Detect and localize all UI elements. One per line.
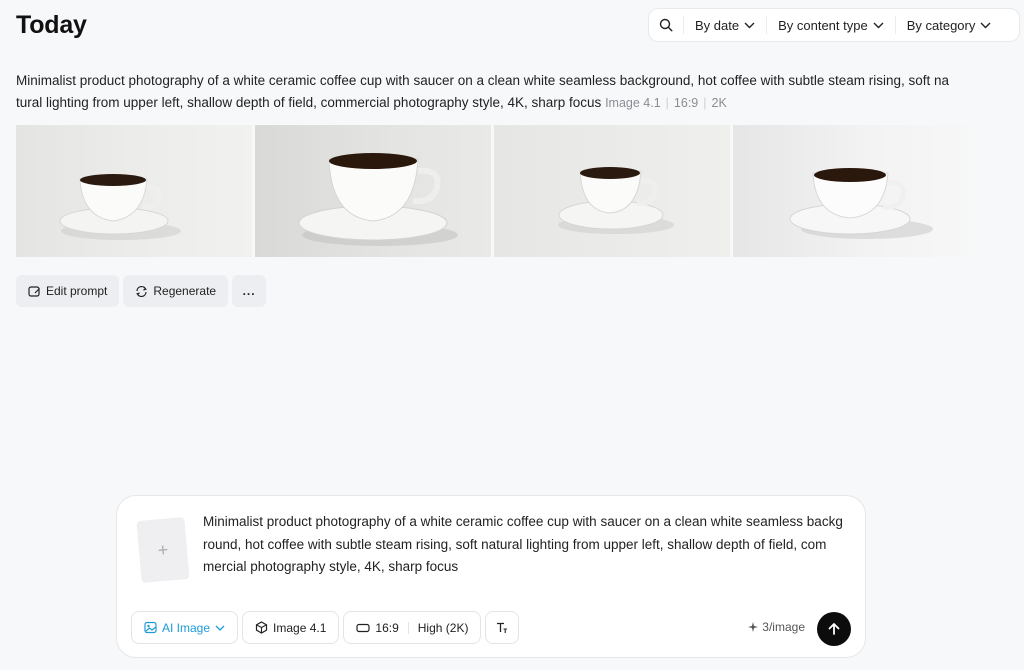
filter-by-content-type[interactable]: By content type — [767, 9, 895, 41]
sparkle-icon — [748, 622, 759, 632]
resolution-tag: 2K — [711, 96, 727, 110]
aspect-ratio-icon — [356, 623, 371, 632]
generation-prompt: Minimalist product photography of a whit… — [16, 70, 976, 114]
regenerate-button[interactable]: Regenerate — [123, 275, 229, 307]
search-button[interactable] — [649, 9, 683, 41]
filter-by-date[interactable]: By date — [684, 9, 766, 41]
divider — [407, 621, 409, 634]
mode-select[interactable]: AI Image — [131, 611, 239, 644]
image-gallery — [16, 125, 969, 257]
chevron-down-icon — [873, 22, 884, 29]
generated-image[interactable] — [255, 125, 491, 257]
more-icon: ... — [242, 284, 256, 298]
ratio-label: 16:9 — [375, 620, 399, 635]
prompt-input[interactable]: Minimalist product photography of a whit… — [203, 511, 853, 579]
more-options-button[interactable]: ... — [232, 275, 267, 307]
edit-prompt-button[interactable]: Edit prompt — [16, 275, 120, 307]
plus-icon: + — [156, 539, 170, 560]
generated-image[interactable] — [733, 125, 969, 257]
composer-toolbar: AI Image Image 4.1 16:9 High (2K) — [131, 611, 520, 644]
cube-icon — [255, 621, 268, 634]
upload-reference-button[interactable]: + — [136, 517, 190, 583]
filter-by-content-type-label: By content type — [778, 17, 868, 33]
generation-actions: Edit prompt Regenerate ... — [16, 275, 267, 307]
model-tag: Image 4.1 — [605, 96, 661, 110]
filter-by-date-label: By date — [695, 17, 740, 33]
edit-icon — [28, 285, 40, 297]
text-format-icon — [497, 622, 508, 633]
page-title: Today — [16, 11, 87, 39]
ratio-tag: 16:9 — [673, 96, 699, 110]
chevron-down-icon — [744, 22, 755, 29]
regenerate-label: Regenerate — [153, 284, 217, 298]
search-icon — [659, 18, 673, 32]
text-style-button[interactable] — [485, 611, 520, 644]
model-select[interactable]: Image 4.1 — [242, 611, 340, 644]
quality-label: High (2K) — [417, 620, 469, 635]
credits-label: 3/image — [762, 620, 805, 634]
generation-meta: Image 4.1 | 16:9 | 2K — [605, 96, 727, 110]
ratio-quality-select[interactable]: 16:9 High (2K) — [343, 611, 482, 644]
refresh-icon — [136, 285, 148, 297]
filter-by-category-label: By category — [906, 17, 976, 33]
prompt-composer: + Minimalist product photography of a wh… — [116, 495, 866, 658]
mode-label: AI Image — [162, 620, 211, 635]
chevron-down-icon — [215, 625, 225, 631]
model-label: Image 4.1 — [273, 620, 327, 635]
filter-bar: By date By content type By category — [648, 8, 1020, 42]
filter-by-category[interactable]: By category — [896, 9, 1003, 41]
credits-indicator: 3/image — [748, 620, 805, 634]
generated-image[interactable] — [494, 125, 730, 257]
image-icon — [144, 621, 157, 634]
arrow-up-icon — [828, 623, 840, 635]
generated-image[interactable] — [16, 125, 252, 257]
send-button[interactable] — [817, 612, 851, 646]
prompt-text: Minimalist product photography of a whit… — [16, 73, 949, 110]
chevron-down-icon — [980, 22, 991, 29]
edit-prompt-label: Edit prompt — [46, 284, 108, 298]
